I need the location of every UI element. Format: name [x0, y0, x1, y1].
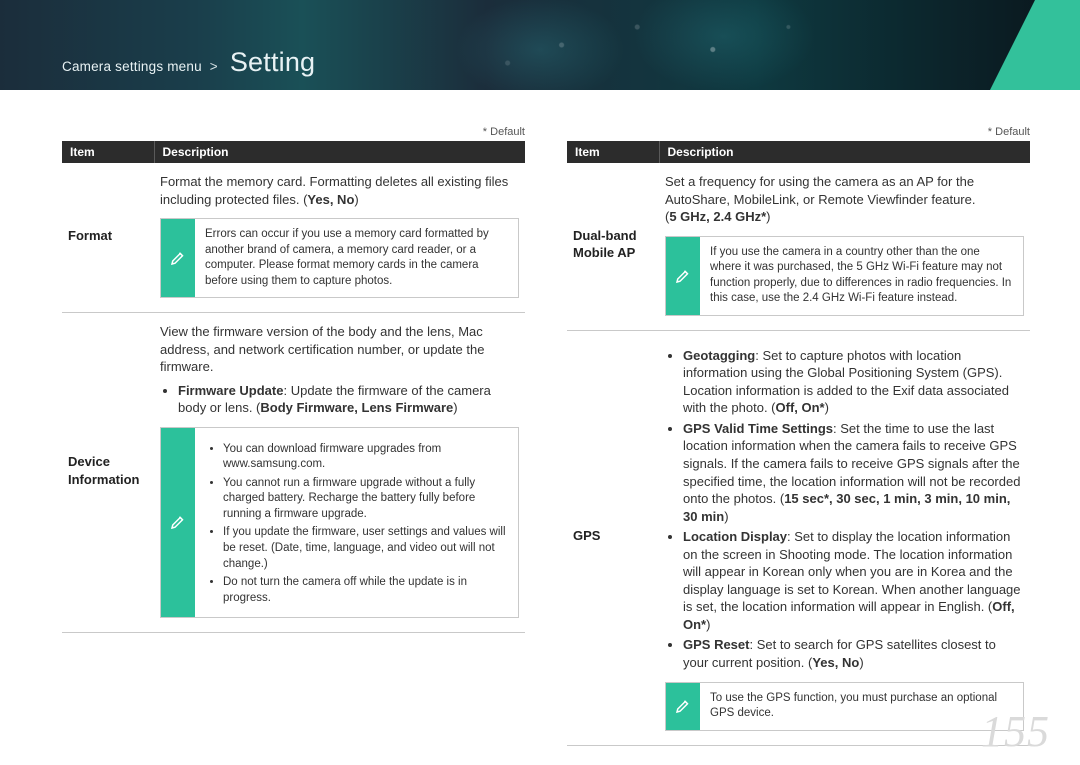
list-item: GPS Valid Time Settings: Set the time to… [683, 420, 1024, 525]
info-note: Errors can occur if you use a memory car… [160, 218, 519, 298]
info-note: You can download firmware upgrades from … [160, 427, 519, 618]
note-icon [161, 219, 195, 297]
settings-table-right: Item Description Dual-band Mobile AP Set… [567, 141, 1030, 746]
info-note: If you use the camera in a country other… [665, 236, 1024, 316]
item-name: Device Information [62, 313, 154, 633]
default-note: * Default [567, 126, 1030, 138]
breadcrumb-current: Setting [230, 47, 315, 77]
col-header-item: Item [62, 141, 154, 163]
breadcrumb: Camera settings menu > Setting [62, 47, 315, 78]
note-text: Errors can occur if you use a memory car… [195, 219, 518, 297]
left-column: * Default Item Description Format Format… [62, 126, 525, 746]
list-item: Firmware Update: Update the firmware of … [178, 382, 519, 417]
note-icon [666, 683, 700, 730]
item-desc: Geotagging: Set to capture photos with l… [659, 330, 1030, 745]
item-name: Dual-band Mobile AP [567, 163, 659, 330]
item-name: Format [62, 163, 154, 313]
col-header-desc: Description [154, 141, 525, 163]
right-column: * Default Item Description Dual-band Mob… [567, 126, 1030, 746]
note-text: To use the GPS function, you must purcha… [700, 683, 1023, 730]
note-text: If you use the camera in a country other… [700, 237, 1023, 315]
item-desc: Set a frequency for using the camera as … [659, 163, 1030, 330]
breadcrumb-prefix: Camera settings menu [62, 59, 202, 74]
table-row: Dual-band Mobile AP Set a frequency for … [567, 163, 1030, 330]
note-text: You can download firmware upgrades from … [195, 428, 518, 617]
col-header-desc: Description [659, 141, 1030, 163]
list-item: Geotagging: Set to capture photos with l… [683, 347, 1024, 417]
page-header: Camera settings menu > Setting [0, 0, 1080, 90]
item-desc: Format the memory card. Formatting delet… [154, 163, 525, 313]
list-item: You can download firmware upgrades from … [223, 442, 508, 473]
table-row: GPS Geotagging: Set to capture photos wi… [567, 330, 1030, 745]
table-row: Format Format the memory card. Formattin… [62, 163, 525, 313]
list-item: GPS Reset: Set to search for GPS satelli… [683, 636, 1024, 671]
list-item: Location Display: Set to display the loc… [683, 528, 1024, 633]
table-row: Device Information View the firmware ver… [62, 313, 525, 633]
default-note: * Default [62, 126, 525, 138]
breadcrumb-separator: > [210, 59, 218, 74]
note-icon [666, 237, 700, 315]
chapter-tab [990, 0, 1080, 90]
settings-table-left: Item Description Format Format the memor… [62, 141, 525, 633]
info-note: To use the GPS function, you must purcha… [665, 682, 1024, 731]
list-item: If you update the firmware, user setting… [223, 525, 508, 572]
list-item: You cannot run a firmware upgrade withou… [223, 476, 508, 523]
list-item: Do not turn the camera off while the upd… [223, 575, 508, 606]
note-icon [161, 428, 195, 617]
item-desc: View the firmware version of the body an… [154, 313, 525, 633]
item-name: GPS [567, 330, 659, 745]
page-number: 155 [981, 706, 1050, 757]
col-header-item: Item [567, 141, 659, 163]
page-body: * Default Item Description Format Format… [62, 126, 1030, 746]
